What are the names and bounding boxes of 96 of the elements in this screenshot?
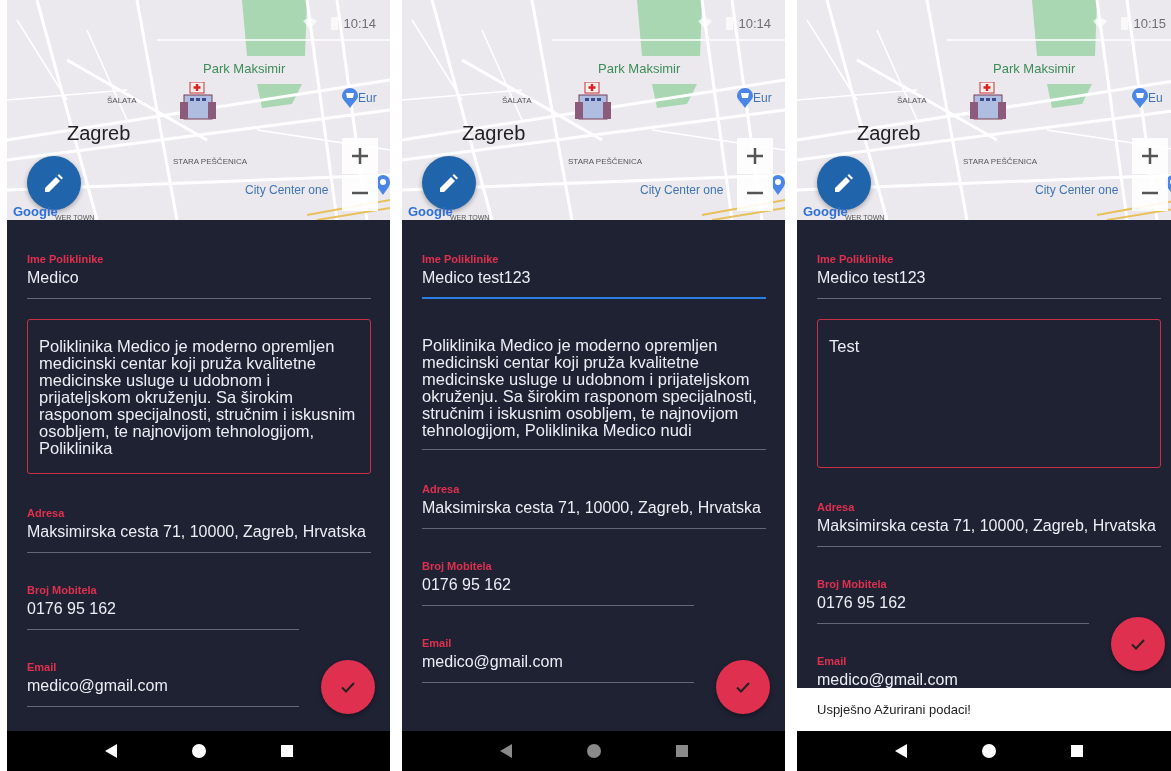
pencil-icon [835, 174, 853, 192]
shopping-pin-icon [1132, 88, 1148, 108]
description-field[interactable]: Poliklinika Medico je moderno opremljen medicinski centar koji pruža kvalitetne medicinske usluge u udobnom i prijateljskom okruženju. Sa širokim rasponom specijalnosti, stručnim i iskusnim osobljem, te najnovijom tehnologijom, Poliklinika [27, 319, 371, 474]
zoom-in-button[interactable] [1132, 138, 1168, 174]
map-label: Eur [358, 92, 377, 104]
plus-icon [352, 148, 368, 164]
back-icon[interactable] [499, 744, 512, 758]
home-icon[interactable] [586, 744, 601, 758]
save-button[interactable] [716, 660, 770, 714]
recents-icon[interactable] [675, 745, 688, 757]
zoom-out-button[interactable] [342, 175, 378, 211]
status-time: 10:14 [343, 16, 376, 31]
description-field[interactable]: Poliklinika Medico je moderno opremljen medicinski centar koji pruža kvalitetne medicinske usluge u udobnom i prijateljskom okruženju. Sa širokim rasponom specijalnosti, stručnim i iskusnim osobljem, te najnovijom tehnologijom, Poliklinika Medico nudi [422, 319, 766, 450]
save-button[interactable] [321, 660, 375, 714]
recents-icon[interactable] [1070, 745, 1083, 757]
text-field[interactable]: Broj Mobitela 0176 95 162 [422, 559, 694, 606]
field-label: Broj Mobitela [817, 577, 888, 591]
map-label: STARA PEŠČENICA [568, 158, 643, 166]
field-label: Broj Mobitela [27, 583, 98, 597]
text-field[interactable]: Adresa Maksimirska cesta 71, 10000, Zagreb, Hrvatska [817, 500, 1161, 547]
field-value: medico@gmail.com [422, 652, 563, 672]
hospital-icon [575, 82, 611, 120]
field-value: Maksimirska cesta 71, 10000, Zagreb, Hrvatska [27, 522, 366, 542]
zoom-out-button[interactable] [1132, 175, 1168, 211]
checkmark-icon [736, 681, 750, 693]
plus-icon [747, 148, 763, 164]
text-field[interactable]: Ime Poliklinike Medico [27, 252, 371, 299]
back-icon[interactable] [894, 744, 907, 758]
text-field[interactable]: Email medico@gmail.com [422, 636, 694, 683]
home-icon[interactable] [191, 744, 206, 758]
text-field[interactable]: Ime Poliklinike Medico test123 [422, 252, 766, 299]
map-label: Park Maksimir [203, 62, 286, 75]
field-value: Medico [27, 268, 79, 288]
map-label: Eur [753, 92, 772, 104]
text-field[interactable]: Adresa Maksimirska cesta 71, 10000, Zagreb, Hrvatska [422, 482, 766, 529]
map-label: STARA PEŠČENICA [963, 158, 1038, 166]
shopping-pin-icon [737, 88, 753, 108]
status-time: 10:14 [738, 16, 771, 31]
map-label: Park Maksimir [993, 62, 1076, 75]
zoom-out-button[interactable] [737, 175, 773, 211]
text-field[interactable]: Ime Poliklinike Medico test123 [817, 252, 1161, 299]
map-label: Zagreb [462, 123, 526, 143]
map-label: STARA PEŠČENICA [173, 158, 248, 166]
plus-icon [1142, 148, 1158, 164]
hospital-icon [970, 82, 1006, 120]
minus-icon [352, 191, 368, 195]
pencil-icon [440, 174, 458, 192]
checkmark-icon [341, 681, 355, 693]
field-value: 0176 95 162 [27, 599, 116, 619]
status-time: 10:15 [1133, 16, 1166, 31]
checkmark-icon [1131, 638, 1145, 650]
text-field[interactable]: Adresa Maksimirska cesta 71, 10000, Zagreb, Hrvatska [27, 506, 371, 553]
field-value: Maksimirska cesta 71, 10000, Zagreb, Hrvatska [422, 498, 761, 518]
field-label: Ime Poliklinike [27, 252, 105, 266]
field-label: Ime Poliklinike [817, 252, 895, 266]
zoom-in-button[interactable] [342, 138, 378, 174]
map-label: City Center one [1035, 184, 1119, 196]
text-field[interactable]: Broj Mobitela 0176 95 162 [817, 577, 1089, 624]
field-value: 0176 95 162 [817, 593, 906, 613]
shopping-pin-icon [342, 88, 358, 108]
hospital-icon [180, 82, 216, 120]
minus-icon [747, 191, 763, 195]
map-label: City Center one [640, 184, 724, 196]
minus-icon [1142, 191, 1158, 195]
zoom-in-button[interactable] [737, 138, 773, 174]
field-value: 0176 95 162 [422, 575, 511, 595]
map-label: Eu [1148, 92, 1163, 104]
map-label: ŠALATA [107, 97, 137, 105]
field-label: Adresa [27, 506, 66, 520]
success-toast: Uspješno Ažurirani podaci! [797, 688, 1171, 731]
field-value: Maksimirska cesta 71, 10000, Zagreb, Hrvatska [817, 516, 1156, 536]
field-label: Email [422, 636, 453, 650]
field-value: Medico test123 [817, 268, 926, 288]
field-value: medico@gmail.com [27, 676, 168, 696]
save-button[interactable] [1111, 617, 1165, 671]
field-label: Adresa [817, 500, 856, 514]
home-icon[interactable] [981, 744, 996, 758]
field-label: Email [817, 654, 848, 668]
field-label: Adresa [422, 482, 461, 496]
map-label: ŠALATA [502, 97, 532, 105]
map-label: Zagreb [67, 123, 131, 143]
description-field[interactable]: Test [817, 319, 1161, 468]
back-icon[interactable] [104, 744, 117, 758]
field-label: Broj Mobitela [422, 559, 493, 573]
text-field[interactable]: Email medico@gmail.com [27, 660, 299, 707]
map-label: Park Maksimir [598, 62, 681, 75]
map-label: Zagreb [857, 123, 921, 143]
field-label: Email [27, 660, 58, 674]
map-label: ŠALATA [897, 97, 927, 105]
pencil-icon [45, 174, 63, 192]
map-label: City Center one [245, 184, 329, 196]
recents-icon[interactable] [280, 745, 293, 757]
field-label: Ime Poliklinike [422, 252, 500, 266]
field-value: Medico test123 [422, 268, 531, 288]
text-field[interactable]: Broj Mobitela 0176 95 162 [27, 583, 299, 630]
field-value: medico@gmail.com [817, 670, 958, 690]
